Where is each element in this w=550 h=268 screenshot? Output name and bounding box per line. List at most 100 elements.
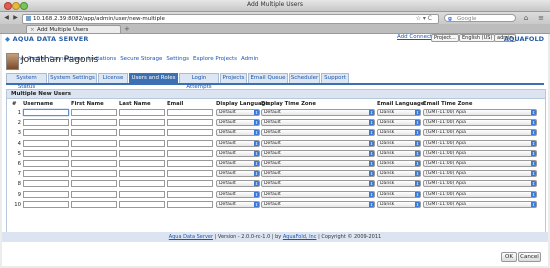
email-input[interactable] [167, 139, 213, 147]
email-language-select[interactable]: Dansk ⇕ [377, 119, 421, 127]
display-language-select[interactable]: Default ⇕ [216, 149, 260, 157]
email-time-zone-select[interactable]: (GMT-11:00) Apia ⇕ [423, 180, 537, 188]
last-name-input[interactable] [119, 119, 165, 127]
aqua-data-server-link[interactable]: Aqua Data Server [169, 234, 213, 240]
username-input[interactable] [23, 200, 69, 208]
email-time-zone-select[interactable]: (GMT-11:00) Apia ⇕ [423, 129, 537, 137]
username-input[interactable] [23, 160, 69, 167]
menu-icon[interactable]: ≡ [537, 14, 545, 22]
last-name-input[interactable] [119, 149, 165, 157]
last-name-input[interactable] [119, 109, 165, 116]
forward-arrow-icon[interactable]: ▶ [12, 14, 19, 21]
first-name-input[interactable] [71, 200, 117, 208]
display-language-select[interactable]: Default ⇕ [216, 170, 260, 178]
username-input[interactable] [23, 119, 69, 127]
first-name-input[interactable] [71, 190, 117, 198]
username-input[interactable] [23, 129, 69, 137]
last-name-input[interactable] [119, 200, 165, 208]
last-name-input[interactable] [119, 170, 165, 178]
tab-support[interactable]: Support [321, 73, 349, 83]
email-language-select[interactable]: Dansk ⇕ [377, 180, 421, 188]
email-time-zone-select[interactable]: (GMT-11:00) Apia ⇕ [423, 149, 537, 157]
username-input[interactable] [23, 180, 69, 188]
display-time-zone-select[interactable]: Default ⇕ [261, 139, 375, 147]
home-icon[interactable]: ⌂ [522, 14, 530, 22]
last-name-input[interactable] [119, 160, 165, 167]
tab-system-settings[interactable]: System Settings [48, 73, 97, 83]
bookmark-star-icon[interactable]: ☆ ▾ C [416, 15, 432, 23]
back-arrow-icon[interactable]: ◀ [3, 14, 10, 21]
last-name-input[interactable] [119, 129, 165, 137]
email-input[interactable] [167, 180, 213, 188]
display-time-zone-select[interactable]: Default ⇕ [261, 119, 375, 127]
email-language-select[interactable]: Dansk ⇕ [377, 129, 421, 137]
email-language-select[interactable]: Dansk ⇕ [377, 139, 421, 147]
url-bar[interactable]: 10.168.2.39:8082/app/admin/user/new-mult… [22, 14, 439, 24]
display-language-select[interactable]: Default ⇕ [216, 129, 260, 137]
display-time-zone-select[interactable]: Default ⇕ [261, 200, 375, 208]
display-language-select[interactable]: Default ⇕ [216, 119, 260, 127]
display-time-zone-select[interactable]: Default ⇕ [261, 160, 375, 167]
email-language-select[interactable]: Dansk ⇕ [377, 160, 421, 167]
email-input[interactable] [167, 200, 213, 208]
email-time-zone-select[interactable]: (GMT-11:00) Apia ⇕ [423, 200, 537, 208]
tab-users-and-roles[interactable]: Users and Roles [129, 73, 178, 83]
first-name-input[interactable] [71, 170, 117, 178]
browser-tab[interactable]: × Add Multiple Users [26, 25, 121, 33]
email-language-select[interactable]: Dansk ⇕ [377, 170, 421, 178]
new-tab-icon[interactable]: + [124, 25, 130, 33]
email-input[interactable] [167, 170, 213, 178]
display-time-zone-select[interactable]: Default ⇕ [261, 180, 375, 188]
last-name-input[interactable] [119, 139, 165, 147]
aquafold-link[interactable]: AquaFold, Inc [283, 234, 317, 240]
email-input[interactable] [167, 149, 213, 157]
username-input[interactable] [23, 170, 69, 178]
project-select[interactable]: Project... [431, 34, 459, 42]
first-name-input[interactable] [71, 139, 117, 147]
email-language-select[interactable]: Dansk ⇕ [377, 200, 421, 208]
first-name-input[interactable] [71, 119, 117, 127]
search-input[interactable]: g Google [444, 14, 516, 22]
email-language-select[interactable]: Dansk ⇕ [377, 109, 421, 116]
email-language-select[interactable]: Dansk ⇕ [377, 149, 421, 157]
display-language-select[interactable]: Default ⇕ [216, 139, 260, 147]
close-tab-icon[interactable]: × [30, 26, 35, 34]
email-input[interactable] [167, 109, 213, 116]
email-time-zone-select[interactable]: (GMT-11:00) Apia ⇕ [423, 109, 537, 116]
first-name-input[interactable] [71, 149, 117, 157]
language-select[interactable]: English (US) [459, 34, 496, 42]
display-time-zone-select[interactable]: Default ⇕ [261, 190, 375, 198]
email-time-zone-select[interactable]: (GMT-11:00) Apia ⇕ [423, 170, 537, 178]
tab-login-attempts[interactable]: Login Attempts [179, 73, 219, 90]
last-name-input[interactable] [119, 190, 165, 198]
username-input[interactable] [23, 149, 69, 157]
email-input[interactable] [167, 119, 213, 127]
tab-system-status[interactable]: System Status [6, 73, 47, 90]
tab-email-queue[interactable]: Email Queue [248, 73, 288, 83]
username-input[interactable] [23, 190, 69, 198]
email-time-zone-select[interactable]: (GMT-11:00) Apia ⇕ [423, 190, 537, 198]
email-language-select[interactable]: Dansk ⇕ [377, 190, 421, 198]
display-time-zone-select[interactable]: Default ⇕ [261, 149, 375, 157]
email-input[interactable] [167, 129, 213, 137]
tab-scheduler[interactable]: Scheduler [289, 73, 320, 83]
email-input[interactable] [167, 160, 213, 167]
display-language-select[interactable]: Default ⇕ [216, 200, 260, 208]
cancel-button[interactable]: Cancel [518, 252, 541, 262]
email-time-zone-select[interactable]: (GMT-11:00) Apia ⇕ [423, 139, 537, 147]
email-input[interactable] [167, 190, 213, 198]
username-input[interactable] [23, 109, 69, 116]
last-name-input[interactable] [119, 180, 165, 188]
first-name-input[interactable] [71, 180, 117, 188]
tab-license[interactable]: License [98, 73, 128, 83]
first-name-input[interactable] [71, 109, 117, 116]
display-time-zone-select[interactable]: Default ⇕ [261, 129, 375, 137]
display-language-select[interactable]: Default ⇕ [216, 109, 260, 116]
display-time-zone-select[interactable]: Default ⇕ [261, 109, 375, 116]
email-time-zone-select[interactable]: (GMT-11:00) Apia ⇕ [423, 119, 537, 127]
tab-projects[interactable]: Projects [220, 73, 247, 83]
ok-button[interactable]: OK [501, 252, 517, 262]
display-language-select[interactable]: Default ⇕ [216, 190, 260, 198]
first-name-input[interactable] [71, 160, 117, 167]
display-language-select[interactable]: Default ⇕ [216, 160, 260, 167]
